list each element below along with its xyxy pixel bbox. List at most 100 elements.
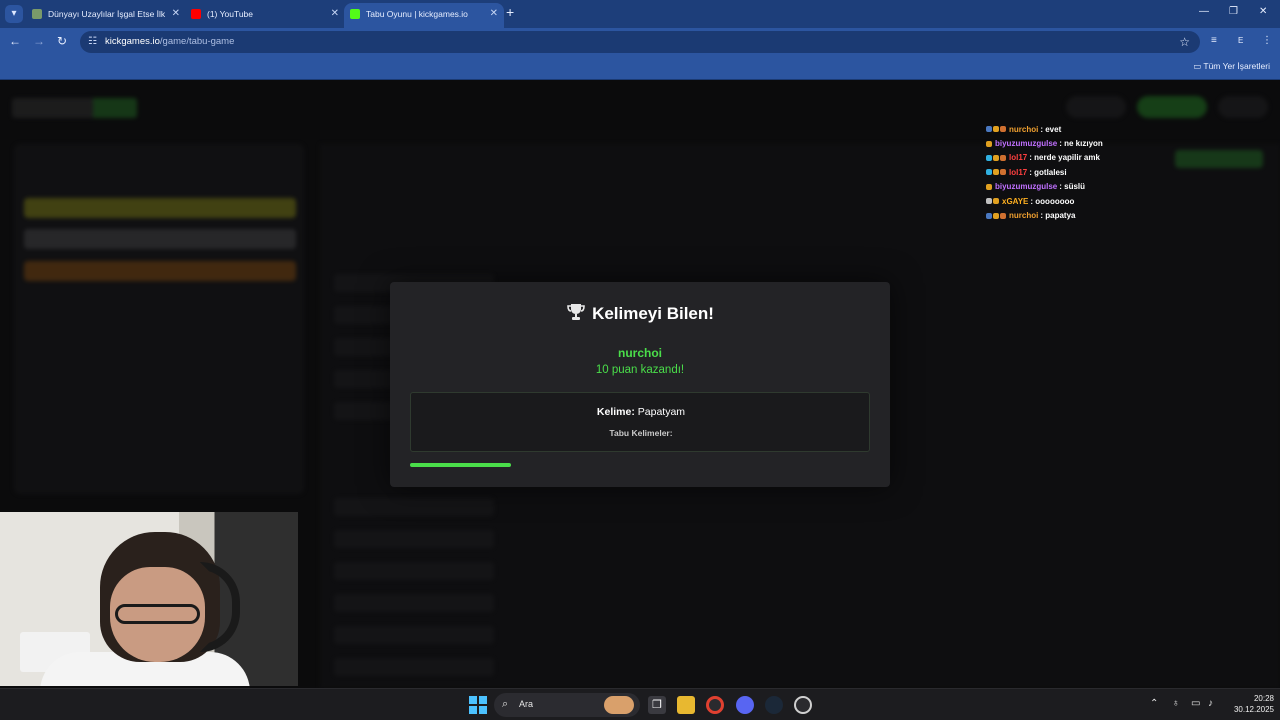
kickgames-logo [12,98,137,118]
chat-message: nurchoi : papatya [986,208,1276,222]
url-path: /game/tabu-game [159,36,235,47]
chat-badges [986,212,1006,219]
word-guessed-modal: Kelimeyi Bilen! nurchoi 10 puan kazandı!… [390,282,890,487]
task-view-icon[interactable]: ❐ [648,696,666,714]
clock-time: 20:28 [1253,694,1274,703]
chat-badges [986,169,1006,176]
minimize-icon[interactable]: — [1199,6,1209,17]
app-icon[interactable] [794,696,812,714]
chat-message: biyuzumuzgulse : ne kızıyon [986,136,1276,150]
reload-icon[interactable]: ↻ [57,34,67,48]
winner-username: nurchoi [618,346,662,360]
tab-1-close-icon[interactable]: ✕ [172,3,180,25]
chat-badges [986,154,1006,161]
countdown-progress [410,463,870,467]
chat-message: nurchoi : evet [986,122,1276,136]
discord-icon[interactable] [736,696,754,714]
word-label: Kelime: [596,406,635,418]
chrome-icon[interactable] [706,696,724,714]
chat-message: biyuzumuzgulse : süslü [986,180,1276,194]
chat-text: papatya [1045,211,1076,221]
windows-taskbar: ⌕ Ara ❐ ⌃ ♁ ▭ ♪ 20:28 30.12.2025 [0,688,1280,720]
sidebar-bar-yellow [24,198,296,218]
folder-icon: ▭ [1193,61,1202,71]
taskbar-clock[interactable]: 20:28 30.12.2025 [1228,693,1274,715]
tab-search-icon[interactable]: ▾ [5,5,23,23]
sidebar-blurred [14,144,304,494]
url-text[interactable]: kickgames.io/game/tabu-game [105,36,234,47]
modal-title: Kelimeyi Bilen! [390,303,890,324]
countdown-progress-fill [410,463,512,467]
tray-overflow-chevron-icon[interactable]: ⌃ [1150,698,1158,709]
windows-start-icon[interactable] [469,696,487,714]
list-row-blurred [334,530,494,548]
stream-chat-overlay: nurchoi : evet biyuzumuzgulse : ne kızıy… [986,122,1276,223]
tab-3-active[interactable]: Tabu Oyunu | kickgames.io ✕ [344,3,504,28]
steam-icon[interactable] [765,696,783,714]
close-window-icon[interactable]: ✕ [1259,6,1267,17]
clock-date: 30.12.2025 [1233,705,1274,714]
modal-title-text: Kelimeyi Bilen! [592,304,714,323]
media-controls-icon[interactable]: ≡ [1211,35,1217,46]
chat-badges [986,126,1006,133]
chat-text: oooooooo [1035,196,1075,206]
bookmarks-bar: ▭ Tüm Yer İşaretleri [0,56,1280,80]
taskbar-search-label: Ara [519,699,534,709]
network-icon[interactable]: ▭ [1191,698,1200,709]
list-row-blurred [334,498,494,516]
site-info-icon[interactable]: ☷ [88,36,97,47]
tab-3-kickgames-icon [350,9,360,19]
chat-badges [986,140,992,147]
header-button-blurred [1066,96,1126,118]
url-host: kickgames.io [105,36,160,47]
tab-2-close-icon[interactable]: ✕ [331,3,339,25]
address-bar[interactable]: ☷ kickgames.io/game/tabu-game ☆ [80,31,1200,53]
taskbar-search[interactable]: ⌕ Ara [494,693,640,717]
back-arrow-icon[interactable]: ← [9,34,21,48]
chat-username: biyuzumuzgulse [995,182,1058,192]
new-tab-plus-icon[interactable]: + [506,4,514,20]
all-bookmarks-label: Tüm Yer İşaretleri [1203,61,1270,71]
word-value: Papatyam [637,406,686,418]
header-button-2-blurred [1218,96,1268,118]
webcam-overlay [0,512,298,686]
chat-text: nerde yapilir amk [1034,153,1100,163]
chat-username: xGAYE [1002,196,1029,206]
trophy-icon [567,304,585,320]
chat-message: xGAYE : oooooooo [986,194,1276,208]
taboo-words-label: Tabu Kelimeler: [609,428,673,438]
webcam-person-glasses [115,604,200,624]
browser-menu-icon[interactable]: ⋮ [1262,35,1272,46]
chat-text: süslü [1064,182,1086,192]
tab-1[interactable]: Dünyayı Uzaylılar İşgal Etse İlk ✕ [26,3,186,25]
tab-2-title: (1) YouTube [207,9,253,19]
chat-username: lol17 [1009,167,1028,177]
points-earned: 10 puan kazandı! [595,364,685,376]
chat-badges [986,183,992,190]
profile-avatar[interactable]: E [1238,36,1243,45]
bookmark-star-icon[interactable]: ☆ [1179,35,1190,49]
chat-badges [986,198,999,205]
sidebar-bar-orange [24,261,296,281]
chat-username: nurchoi [1009,124,1039,134]
chat-message: lol17 : nerde yapilir amk [986,151,1276,165]
chat-text: evet [1045,124,1062,134]
chat-username: nurchoi [1009,211,1039,221]
word-info-box: Kelime: Papatyam Tabu Kelimeler: [410,392,870,452]
microphone-icon[interactable]: ♁ [1172,698,1180,709]
tab-3-close-icon[interactable]: ✕ [490,3,498,25]
tab-1-favicon-icon [32,9,42,19]
browser-tab-bar: ▾ Dünyayı Uzaylılar İşgal Etse İlk ✕ (1)… [0,0,1280,28]
all-bookmarks-folder[interactable]: ▭ Tüm Yer İşaretleri [1193,61,1270,72]
forward-arrow-icon[interactable]: → [33,34,45,48]
file-explorer-icon[interactable] [677,696,695,714]
volume-icon[interactable]: ♪ [1208,698,1213,709]
restore-icon[interactable]: ❐ [1229,6,1238,17]
chat-message: lol17 : gotlalesi [986,165,1276,179]
list-row-blurred [334,594,494,612]
header-green-button-blurred [1137,96,1207,118]
tab-2[interactable]: (1) YouTube ✕ [185,3,345,25]
list-row-blurred [334,658,494,676]
list-row-blurred [334,626,494,644]
tab-3-title: Tabu Oyunu | kickgames.io [366,9,468,19]
